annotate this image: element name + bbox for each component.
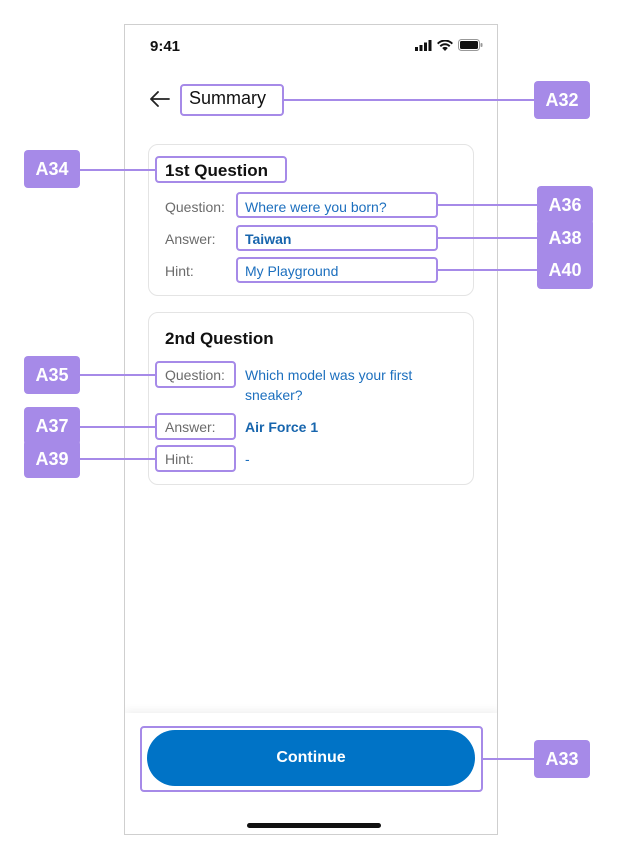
annotation-box-a34 bbox=[155, 156, 287, 183]
annotation-connector bbox=[80, 169, 155, 171]
annotation-tag-a34: A34 bbox=[24, 150, 80, 188]
annotation-tag-a33: A33 bbox=[534, 740, 590, 778]
question-value-line: sneaker? bbox=[245, 387, 303, 403]
annotation-tag-a35: A35 bbox=[24, 356, 80, 394]
back-arrow-icon[interactable] bbox=[149, 88, 171, 110]
annotation-connector bbox=[80, 374, 155, 376]
answer-value: Air Force 1 bbox=[245, 419, 319, 435]
question-label: Question: bbox=[165, 199, 225, 215]
annotation-connector bbox=[80, 426, 155, 428]
status-time: 9:41 bbox=[150, 38, 181, 55]
annotation-box-a33 bbox=[140, 726, 483, 792]
annotation-box-a38 bbox=[236, 225, 438, 251]
wifi-icon bbox=[437, 39, 453, 51]
annotation-connector bbox=[284, 99, 534, 101]
annotation-connector bbox=[438, 237, 538, 239]
question-value-line: Which model was your first bbox=[245, 367, 413, 383]
annotation-tag-a32: A32 bbox=[534, 81, 590, 119]
hint-value: - bbox=[245, 451, 250, 467]
hint-label: Hint: bbox=[165, 263, 194, 279]
annotation-box-a40 bbox=[236, 257, 438, 283]
card-heading: 2nd Question bbox=[165, 329, 274, 348]
annotation-box-a39 bbox=[155, 445, 236, 472]
annotation-connector bbox=[483, 758, 534, 760]
answer-label: Answer: bbox=[165, 231, 216, 247]
annotation-tag-a39: A39 bbox=[24, 440, 80, 478]
annotation-box-a32 bbox=[180, 84, 284, 116]
home-indicator bbox=[247, 823, 381, 828]
question-value: Which model was your first sneaker? bbox=[245, 365, 412, 405]
status-icons bbox=[415, 39, 483, 51]
annotation-connector bbox=[438, 204, 538, 206]
annotation-box-a37 bbox=[155, 413, 236, 440]
battery-icon bbox=[458, 39, 483, 51]
annotation-tag-a40: A40 bbox=[537, 251, 593, 289]
annotation-connector bbox=[438, 269, 538, 271]
annotation-box-a35 bbox=[155, 361, 236, 388]
annotation-connector bbox=[80, 458, 155, 460]
annotation-box-a36 bbox=[236, 192, 438, 218]
signal-icon bbox=[415, 39, 432, 51]
